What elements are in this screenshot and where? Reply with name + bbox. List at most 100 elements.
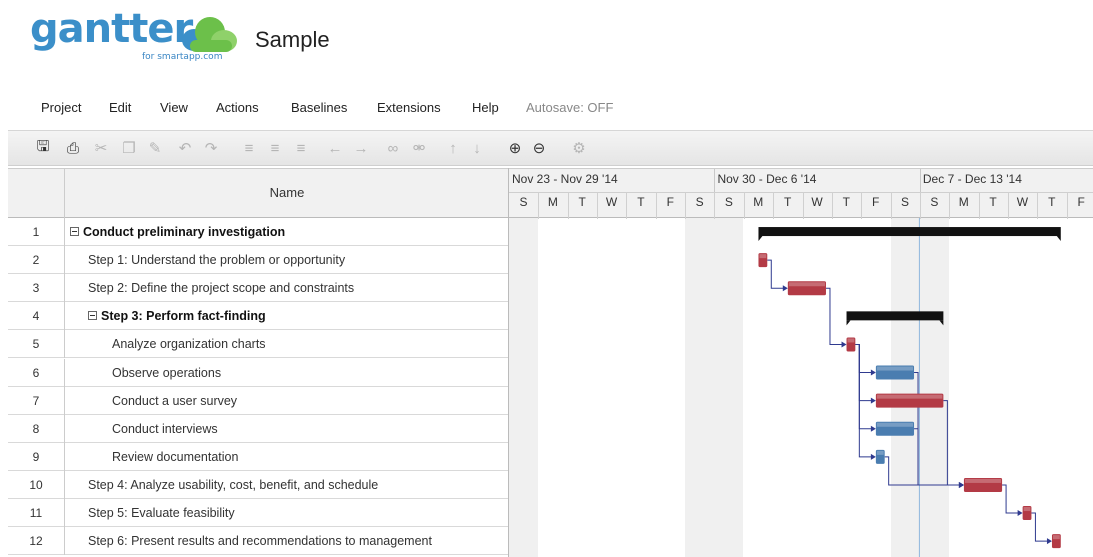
align-right-icon[interactable]: ≡: [290, 137, 312, 159]
task-name[interactable]: Conduct interviews: [112, 415, 218, 443]
task-name[interactable]: Step 2: Define the project scope and con…: [88, 274, 354, 302]
table-row[interactable]: 4 Step 3: Perform fact-finding: [8, 302, 508, 331]
table-row[interactable]: 12 Step 6: Present results and recommenda…: [8, 527, 508, 556]
table-row[interactable]: 8 Conduct interviews: [8, 414, 508, 443]
table-row[interactable]: 11 Step 5: Evaluate feasibility: [8, 499, 508, 527]
table-row[interactable]: 6 Observe operations: [8, 358, 508, 387]
day-label: T: [989, 195, 997, 209]
align-center-icon[interactable]: ≡: [264, 137, 286, 159]
dependency-link: [943, 400, 960, 486]
table-row[interactable]: 9 Review documentation: [8, 442, 508, 471]
task-name[interactable]: Step 5: Evaluate feasibility: [88, 499, 235, 527]
cloud-logo-icon: [182, 17, 237, 52]
task-bar-highlight: [788, 282, 825, 287]
dependency-arrow-icon: [841, 341, 847, 348]
row-number: 8: [8, 414, 65, 443]
day-label: S: [695, 195, 704, 209]
task-name[interactable]: Review documentation: [112, 443, 238, 471]
task-name[interactable]: Observe operations: [112, 359, 221, 387]
gantt-bars-canvas: [758, 218, 1061, 557]
task-name[interactable]: Conduct preliminary investigation: [70, 218, 285, 246]
dependency-link: [884, 456, 960, 486]
menu-bar: Project Edit View Actions Baselines Exte…: [0, 96, 1093, 122]
task-name-text: Step 2: Define the project scope and con…: [88, 281, 355, 296]
task-grid: Name 1 Conduct preliminary investigation 2…: [8, 168, 508, 557]
copy-icon[interactable]: ❐: [118, 137, 140, 159]
gantter-logo[interactable]: gantter for smartapp.com: [30, 6, 240, 68]
summary-bar-right-cap: [1056, 236, 1061, 242]
print-icon[interactable]: ⎙: [62, 137, 84, 159]
dependency-link: [1002, 484, 1019, 514]
autosave-status[interactable]: Autosave: OFF: [526, 100, 613, 115]
dependency-arrow-icon: [870, 397, 876, 404]
name-column-header[interactable]: Name: [66, 185, 508, 200]
move-up-icon[interactable]: ↑: [442, 137, 464, 159]
document-title[interactable]: Sample: [255, 27, 330, 53]
dependency-link: [825, 287, 843, 345]
day-label: S: [519, 195, 528, 209]
timeline-header: Nov 23 - Nov 29 '14 Nov 30 - Dec 6 '14 Dec…: [509, 168, 1093, 219]
cut-icon[interactable]: ✂: [90, 137, 112, 159]
indent-icon[interactable]: →: [350, 137, 372, 159]
table-row[interactable]: 7 Conduct a user survey: [8, 386, 508, 415]
link-icon[interactable]: ∞: [382, 137, 404, 159]
table-row[interactable]: 10 Step 4: Analyze usability, cost, benef…: [8, 470, 508, 499]
collapse-toggle-icon[interactable]: [88, 310, 97, 320]
zoom-out-icon[interactable]: ⊖: [528, 137, 550, 159]
row-number: 2: [8, 246, 65, 275]
dependency-link: [767, 259, 784, 289]
task-bar-highlight: [876, 422, 914, 427]
align-left-icon[interactable]: ≡: [238, 137, 260, 159]
table-row[interactable]: 3 Step 2: Define the project scope and co…: [8, 274, 508, 303]
row-number: 11: [8, 499, 65, 527]
settings-icon[interactable]: ⚙: [568, 137, 590, 159]
outdent-icon[interactable]: ←: [324, 137, 346, 159]
collapse-toggle-icon[interactable]: [70, 226, 79, 236]
menu-actions[interactable]: Actions: [216, 100, 259, 115]
logo-subtitle: for smartapp.com: [142, 52, 223, 62]
day-label: T: [578, 195, 586, 209]
dependency-link: [855, 343, 872, 374]
zoom-in-icon[interactable]: ⊕: [504, 137, 526, 159]
task-name[interactable]: Step 1: Understand the problem or opport…: [88, 246, 345, 274]
menu-project[interactable]: Project: [41, 100, 81, 115]
task-name[interactable]: Analyze organization charts: [112, 330, 266, 358]
menu-extensions[interactable]: Extensions: [377, 100, 441, 115]
menu-help[interactable]: Help: [472, 100, 499, 115]
task-name[interactable]: Step 6: Present results and recommendati…: [88, 527, 432, 555]
table-row[interactable]: 1 Conduct preliminary investigation: [8, 218, 508, 246]
move-down-icon[interactable]: ↓: [466, 137, 488, 159]
dependency-arrow-icon: [958, 481, 964, 488]
day-label: S: [724, 195, 733, 209]
task-name-text: Observe operations: [112, 365, 222, 380]
menu-edit[interactable]: Edit: [109, 100, 131, 115]
paste-icon[interactable]: ✎: [144, 137, 166, 159]
task-name-text: Analyze organization charts: [112, 337, 266, 352]
dependency-arrow-icon: [870, 425, 876, 432]
table-row[interactable]: 5 Analyze organization charts: [8, 330, 508, 359]
dependency-link: [855, 343, 872, 430]
menu-baselines[interactable]: Baselines: [291, 100, 347, 115]
row-number: 1: [8, 218, 65, 246]
task-name[interactable]: Step 4: Analyze usability, cost, benefit…: [88, 471, 378, 499]
save-icon[interactable]: 🖫: [32, 137, 54, 159]
table-row[interactable]: 2 Step 1: Understand the problem or oppor…: [8, 246, 508, 275]
day-label: W: [1016, 195, 1029, 209]
summary-bar-left-cap: [758, 236, 763, 242]
undo-icon[interactable]: ↶: [174, 137, 196, 159]
summary-bar: [758, 227, 1061, 237]
summary-bar-left-cap: [846, 320, 851, 326]
day-label: F: [1077, 195, 1085, 209]
day-label: T: [783, 195, 792, 209]
logo-wordmark: gantter: [30, 6, 193, 52]
task-name[interactable]: Conduct a user survey: [112, 387, 237, 415]
redo-icon[interactable]: ↷: [200, 137, 222, 159]
task-name-text: Conduct interviews: [112, 421, 218, 436]
task-bar-highlight: [964, 478, 1002, 483]
unlink-icon[interactable]: ⚮: [408, 137, 430, 159]
dependency-arrow-icon: [870, 369, 876, 376]
dependency-link: [914, 372, 960, 486]
day-label: T: [1048, 195, 1056, 209]
task-name[interactable]: Step 3: Perform fact-finding: [88, 302, 266, 330]
menu-view[interactable]: View: [160, 100, 188, 115]
